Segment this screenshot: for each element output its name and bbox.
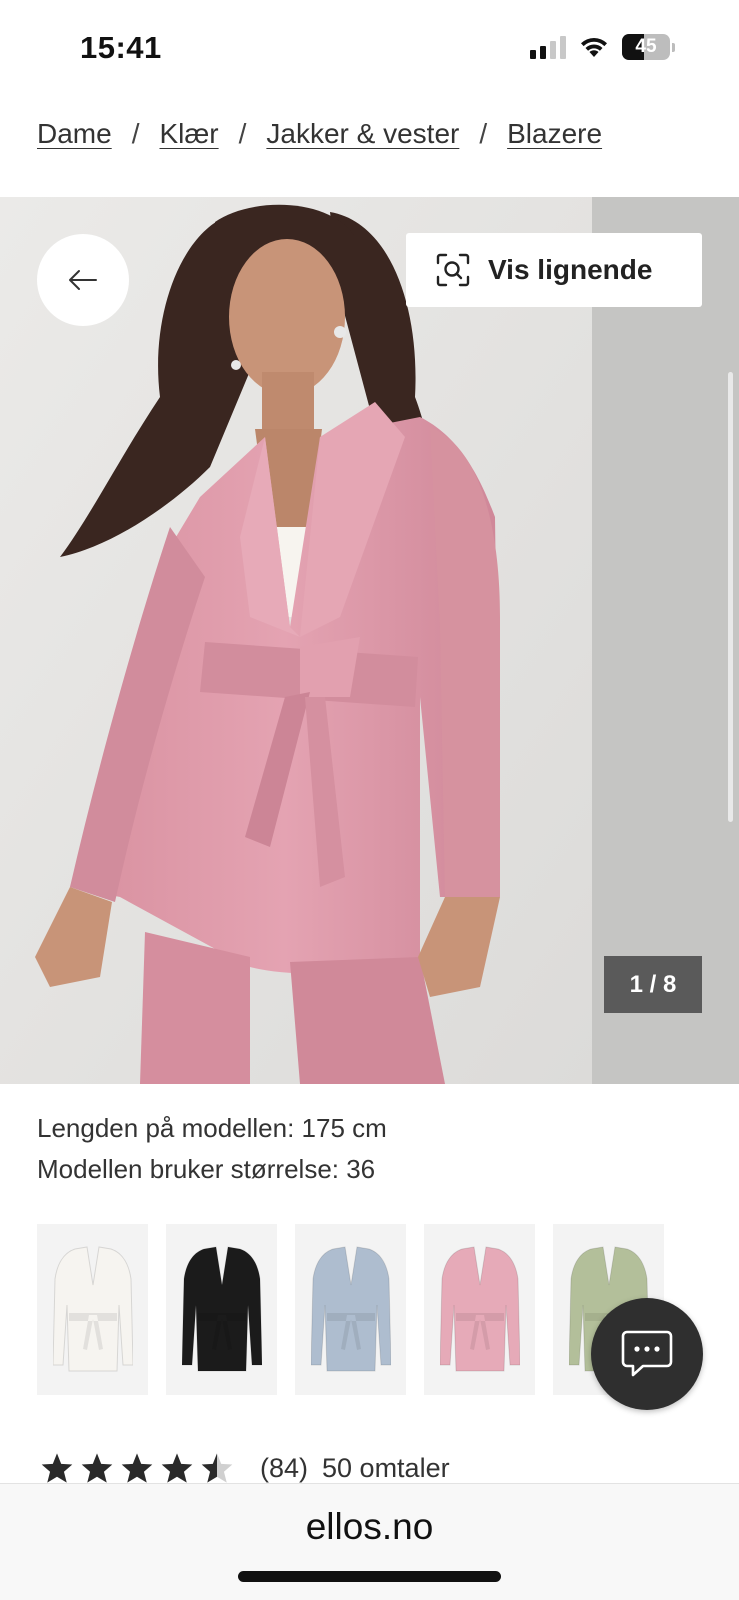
battery-icon: 45 xyxy=(622,34,670,60)
show-similar-button[interactable]: Vis lignende xyxy=(406,233,702,307)
arrow-left-icon xyxy=(69,270,97,290)
blazer-thumbnail xyxy=(52,1245,133,1371)
color-swatch-white[interactable] xyxy=(37,1224,148,1395)
breadcrumb-separator: / xyxy=(479,118,488,149)
battery-tip xyxy=(672,42,675,52)
breadcrumb-dame[interactable]: Dame xyxy=(37,118,112,150)
back-button[interactable] xyxy=(37,234,129,326)
breadcrumb-jakker-vester[interactable]: Jakker & vester xyxy=(266,118,459,150)
rating-stars xyxy=(40,1452,234,1484)
wifi-icon xyxy=(581,37,607,57)
model-size: Modellen bruker størrelse: 36 xyxy=(37,1154,376,1184)
breadcrumb: Dame / Klær / Jakker & vester / Blazere xyxy=(37,118,602,150)
breadcrumb-separator: / xyxy=(238,118,247,149)
url-bar[interactable]: ellos.no xyxy=(0,1506,739,1548)
chat-button[interactable] xyxy=(591,1298,703,1410)
model-info: Lengden på modellen: 175 cm Modellen bru… xyxy=(37,1108,387,1190)
breadcrumb-separator: / xyxy=(131,118,140,149)
star-icon xyxy=(81,1453,113,1483)
blazer-thumbnail xyxy=(181,1245,262,1371)
color-swatch-pink[interactable] xyxy=(424,1224,535,1395)
blazer-thumbnail xyxy=(439,1245,520,1371)
home-indicator[interactable] xyxy=(238,1571,501,1582)
rating-text: (84) 50 omtaler xyxy=(260,1453,450,1484)
star-icon xyxy=(41,1453,73,1483)
color-swatches xyxy=(37,1224,664,1395)
star-icon xyxy=(201,1453,233,1483)
next-product-image-peek[interactable] xyxy=(592,197,739,1084)
star-icon xyxy=(121,1453,153,1483)
chat-icon xyxy=(621,1330,673,1377)
image-counter: 1 / 8 xyxy=(604,956,702,1013)
scrollbar[interactable] xyxy=(728,372,733,822)
status-time: 15:41 xyxy=(80,30,162,65)
product-rating[interactable]: (84) 50 omtaler xyxy=(40,1452,450,1484)
battery-level: 45 xyxy=(635,36,657,57)
blazer-thumbnail xyxy=(310,1245,391,1371)
status-icons: 45 xyxy=(530,34,675,60)
breadcrumb-blazere[interactable]: Blazere xyxy=(507,118,602,150)
visual-search-icon xyxy=(436,253,470,287)
status-bar: 15:41 45 xyxy=(0,0,739,95)
show-similar-label: Vis lignende xyxy=(488,254,653,285)
rating-count: (84) xyxy=(260,1452,309,1483)
cellular-signal-icon xyxy=(530,35,566,59)
model-height: Lengden på modellen: 175 cm xyxy=(37,1113,387,1143)
color-swatch-light-blue[interactable] xyxy=(295,1224,406,1395)
review-count[interactable]: 50 omtaler xyxy=(322,1453,450,1484)
color-swatch-black[interactable] xyxy=(166,1224,277,1395)
star-icon xyxy=(161,1453,193,1483)
breadcrumb-klaer[interactable]: Klær xyxy=(159,118,218,150)
product-image-carousel[interactable]: Vis lignende 1 / 8 xyxy=(0,197,739,1084)
browser-bottom-bar: ellos.no xyxy=(0,1483,739,1600)
